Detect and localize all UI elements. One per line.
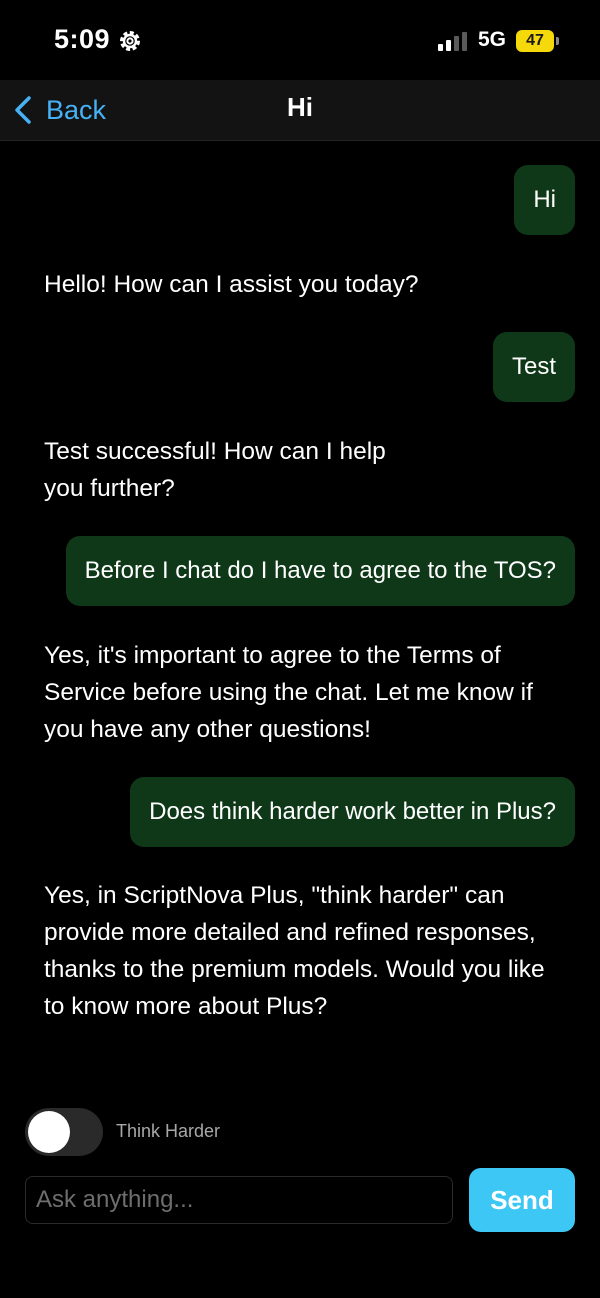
signal-bars-icon: [438, 32, 467, 51]
assistant-message-line: you further?: [44, 475, 175, 502]
user-message: Before I chat do I have to agree to the …: [65, 536, 575, 606]
battery-icon: 47: [516, 30, 560, 52]
assistant-message: Yes, in ScriptNova Plus, "think harder" …: [44, 882, 545, 1020]
assistant-message: Yes, it's important to agree to the Term…: [44, 642, 533, 743]
user-message: Test: [492, 332, 575, 402]
message-input[interactable]: [25, 1176, 453, 1224]
send-button[interactable]: Send: [469, 1168, 575, 1232]
user-message: Hi: [514, 165, 575, 235]
status-bar: 5:09 5G 47: [0, 0, 600, 80]
think-harder-label: Think Harder: [116, 1121, 221, 1141]
assistant-message: Hello! How can I assist you today?: [44, 271, 419, 298]
status-time: 5:09: [54, 24, 111, 54]
navigation-bar: Back Hi: [0, 80, 600, 141]
battery-level: 47: [516, 30, 554, 52]
battery-tip: [556, 37, 559, 45]
assistant-message: Test successful! How can I help you furt…: [44, 433, 564, 507]
network-type: 5G: [478, 28, 507, 51]
page-title: Hi: [287, 92, 313, 122]
assistant-message-line: Test successful! How can I help: [44, 438, 386, 465]
gear-icon: [120, 31, 140, 51]
toggle-knob: [28, 1111, 70, 1153]
think-harder-toggle[interactable]: [25, 1108, 103, 1156]
user-message: Does think harder work better in Plus?: [130, 777, 575, 847]
